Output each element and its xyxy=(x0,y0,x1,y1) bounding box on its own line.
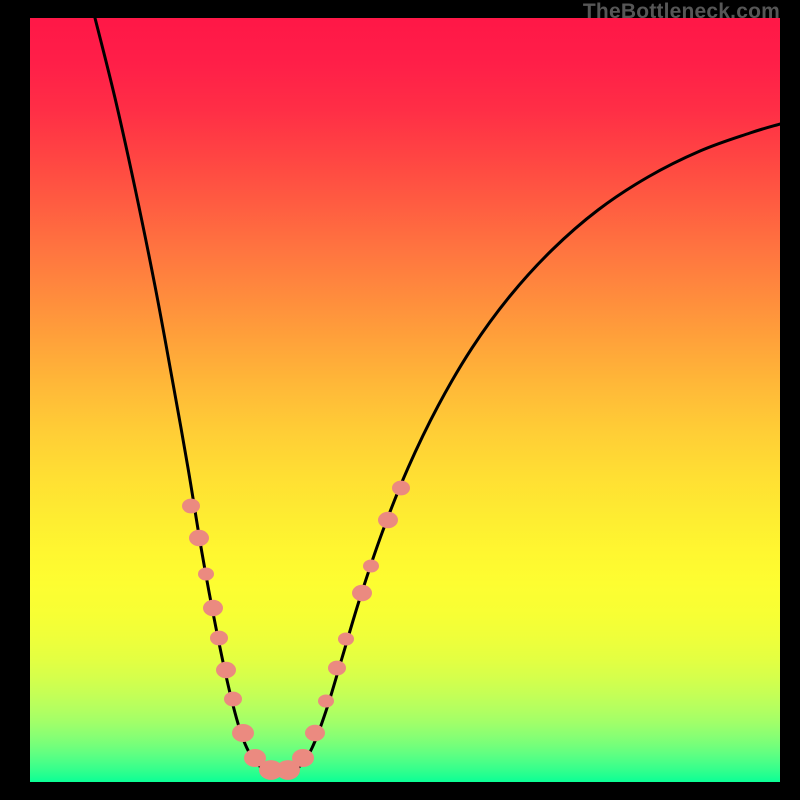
data-marker xyxy=(203,600,223,616)
data-marker xyxy=(198,567,214,580)
data-marker xyxy=(292,749,314,767)
data-marker xyxy=(352,585,372,601)
data-marker xyxy=(378,512,398,528)
watermark-text: TheBottleneck.com xyxy=(583,0,780,24)
data-marker xyxy=(363,559,379,572)
data-marker xyxy=(182,499,200,514)
data-marker xyxy=(328,661,346,676)
data-marker xyxy=(305,725,325,741)
data-marker xyxy=(216,662,236,678)
data-marker xyxy=(318,694,334,707)
plot-area xyxy=(30,18,780,782)
data-marker xyxy=(392,481,410,496)
data-marker xyxy=(224,692,242,707)
v-curve xyxy=(30,18,780,782)
data-marker xyxy=(338,632,354,645)
data-marker xyxy=(210,631,228,646)
data-marker xyxy=(232,724,254,742)
data-marker xyxy=(189,530,209,546)
chart-frame: TheBottleneck.com xyxy=(0,0,800,800)
